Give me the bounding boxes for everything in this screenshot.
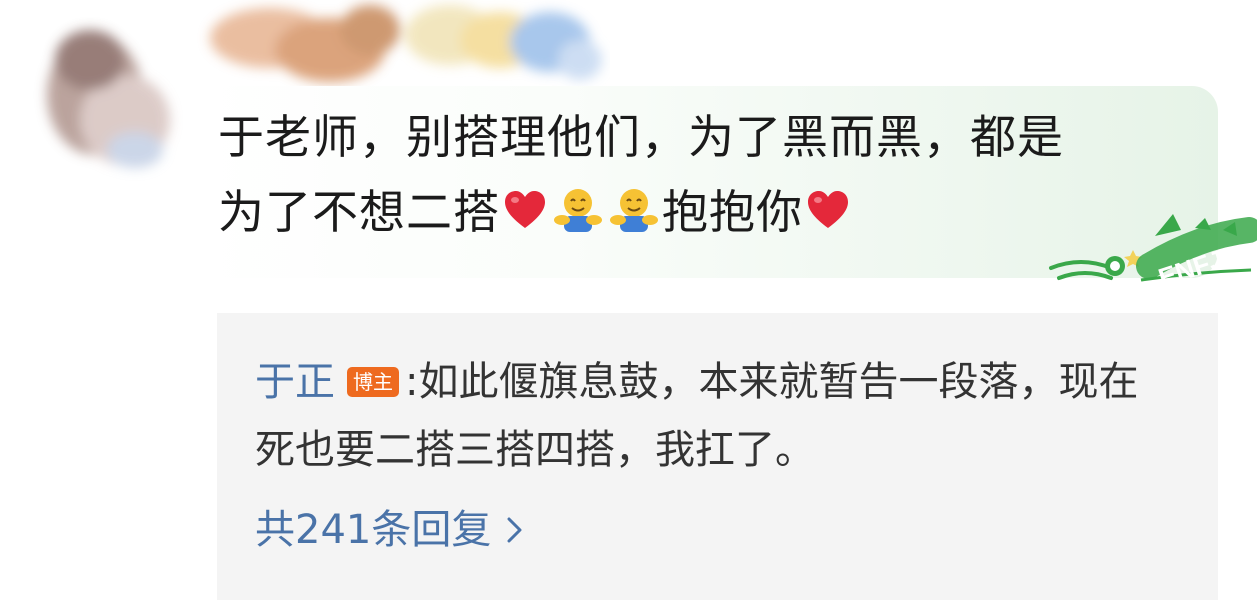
chevron-right-icon	[505, 504, 525, 560]
author-tag-badge: 博主	[347, 367, 399, 397]
comment-line-2: 为了不想二搭	[218, 185, 500, 239]
hug-emoji	[552, 181, 604, 256]
reply-text: 于正 博主:如此偃旗息鼓，本来就暂告一段落，现在死也要二搭三搭四搭，我扛了。	[255, 348, 1175, 484]
comment-screen: 于老师，别搭理他们，为了黑而黑，都是 为了不想二搭 抱抱你 ENFJ 于正 博主:如…	[0, 0, 1260, 600]
reply-count-label: 共241条回复	[255, 507, 492, 553]
heart-emoji	[805, 181, 851, 256]
comment-line-2-suffix: 抱抱你	[662, 185, 803, 239]
view-replies-link[interactable]: 共241条回复	[255, 502, 525, 560]
hug-emoji	[608, 181, 660, 256]
enfj-badge-icon[interactable]: ENFJ	[1045, 208, 1257, 292]
heart-emoji	[502, 181, 548, 256]
reply-author-name[interactable]: 于正	[255, 359, 335, 405]
comment-line-1: 于老师，别搭理他们，为了黑而黑，都是	[218, 110, 1064, 164]
comment-text[interactable]: 于老师，别搭理他们，为了黑而黑，都是 为了不想二搭 抱抱你	[218, 100, 1178, 256]
reply-separator: :	[405, 359, 419, 405]
